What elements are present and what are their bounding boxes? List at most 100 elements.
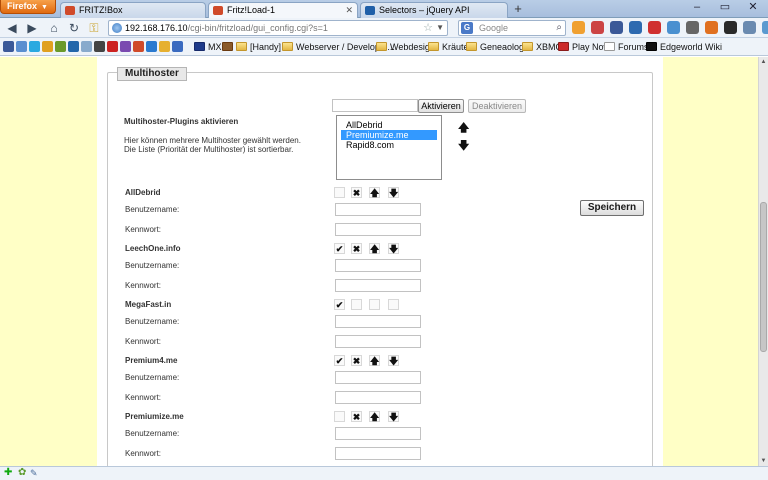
home-icon[interactable]: ⌂ xyxy=(46,20,62,36)
bookmark-folder-xbmc[interactable]: XBMC xyxy=(522,40,562,54)
facebook-icon[interactable] xyxy=(3,41,14,52)
bookmark-icon[interactable] xyxy=(159,41,170,52)
addon-icon[interactable] xyxy=(724,21,737,34)
arrow-down-icon[interactable]: 🡇 xyxy=(388,411,399,422)
password-input[interactable] xyxy=(335,223,421,236)
bookmark-play-now[interactable]: Play Now xyxy=(558,40,610,54)
arrow-up-icon[interactable]: 🡅 xyxy=(369,411,380,422)
multihoster-priority-list[interactable]: AllDebrid Premiumize.me Rapid8.com xyxy=(336,115,442,180)
firefox-menu-button[interactable]: Firefox ▼ xyxy=(0,0,56,14)
arrow-up-icon[interactable]: 🡅 xyxy=(369,355,380,366)
bookmark-icon[interactable] xyxy=(146,41,157,52)
bookmark-star-icon[interactable]: ☆ xyxy=(423,21,433,35)
bookmark-icon[interactable] xyxy=(133,41,144,52)
empty-box-icon[interactable] xyxy=(369,299,380,310)
list-item-selected[interactable]: Premiumize.me xyxy=(341,130,437,140)
username-input[interactable] xyxy=(335,427,421,440)
reload-icon[interactable]: ↻ xyxy=(66,20,82,36)
maximize-icon[interactable]: ▭ xyxy=(714,1,736,14)
check-icon[interactable]: ✔ xyxy=(334,299,345,310)
bookmark-icon[interactable] xyxy=(42,41,53,52)
cross-icon[interactable]: ✖ xyxy=(351,355,362,366)
addon-status-icon[interactable]: ✿ xyxy=(18,468,28,478)
plugin-name-input[interactable] xyxy=(332,99,418,112)
addon-icon[interactable] xyxy=(667,21,680,34)
move-down-icon[interactable]: 🡇 xyxy=(458,141,469,152)
bookmark-icon[interactable] xyxy=(68,41,79,52)
forward-icon[interactable]: ▶ xyxy=(24,20,40,36)
scrollbar-thumb[interactable] xyxy=(760,202,767,352)
scroll-up-icon[interactable]: ▲ xyxy=(759,57,768,67)
empty-box-icon[interactable] xyxy=(388,299,399,310)
checkbox-icon[interactable] xyxy=(334,411,345,422)
checkbox-icon[interactable] xyxy=(334,187,345,198)
username-input[interactable] xyxy=(335,203,421,216)
chevron-down-icon[interactable]: ▼ xyxy=(436,21,444,35)
tab-jquery[interactable]: Selectors – jQuery API xyxy=(360,2,508,18)
key-icon[interactable]: ⚿ xyxy=(86,20,102,36)
bookmark-scrabble[interactable] xyxy=(222,40,236,54)
bookmark-forums[interactable]: Forums xyxy=(604,40,649,54)
greasemonkey-icon[interactable] xyxy=(572,21,585,34)
minimize-icon[interactable]: – xyxy=(686,1,708,14)
arrow-down-icon[interactable]: 🡇 xyxy=(388,187,399,198)
scroll-down-icon[interactable]: ▼ xyxy=(759,456,768,466)
bookmark-edgeworld-wiki[interactable]: Edgeworld Wiki xyxy=(646,40,722,54)
close-window-icon[interactable]: ✕ xyxy=(742,1,764,14)
addon-icon[interactable] xyxy=(591,21,604,34)
check-icon[interactable]: ✔ xyxy=(334,243,345,254)
bookmark-folder-webdesign[interactable]: Webdesign xyxy=(376,40,435,54)
check-icon[interactable]: ✔ xyxy=(334,355,345,366)
addon-icon[interactable] xyxy=(686,21,699,34)
arrow-up-icon[interactable]: 🡅 xyxy=(369,187,380,198)
addon-status-icon[interactable]: ✚ xyxy=(4,468,14,478)
search-icon[interactable]: ⌕ xyxy=(556,21,562,35)
wrench-icon[interactable]: ✎ xyxy=(30,468,40,478)
bookmark-icon[interactable] xyxy=(120,41,131,52)
move-up-icon[interactable]: 🡅 xyxy=(458,123,469,134)
list-item[interactable]: AllDebrid xyxy=(341,120,437,130)
username-input[interactable] xyxy=(335,259,421,272)
bookmark-folder-kraeuter[interactable]: Kräuter xyxy=(428,40,472,54)
password-input[interactable] xyxy=(335,279,421,292)
youtube-icon[interactable] xyxy=(107,41,118,52)
addon-icon[interactable] xyxy=(743,21,756,34)
password-input[interactable] xyxy=(335,447,421,460)
cross-icon[interactable]: ✖ xyxy=(351,411,362,422)
list-item[interactable]: Rapid8.com xyxy=(341,140,437,150)
back-icon[interactable]: ◀ xyxy=(4,20,20,36)
new-tab-button[interactable]: + xyxy=(510,2,526,17)
addon-icon[interactable] xyxy=(648,21,661,34)
bookmark-icon[interactable] xyxy=(94,41,105,52)
arrow-down-icon[interactable]: 🡇 xyxy=(388,355,399,366)
password-input[interactable] xyxy=(335,391,421,404)
password-input[interactable] xyxy=(335,335,421,348)
search-input[interactable]: G Google ⌕ xyxy=(458,20,566,36)
address-bar[interactable]: 192.168.176.10/cgi-bin/fritzload/gui_con… xyxy=(108,20,448,36)
deactivate-button[interactable]: Deaktivieren xyxy=(468,99,526,113)
twitter-icon[interactable] xyxy=(29,41,40,52)
save-button[interactable]: Speichern xyxy=(580,200,644,216)
addon-icon[interactable] xyxy=(629,21,642,34)
vertical-scrollbar[interactable]: ▲ ▼ xyxy=(758,57,768,466)
username-input[interactable] xyxy=(335,315,421,328)
addon-icon[interactable] xyxy=(705,21,718,34)
facebook-icon[interactable] xyxy=(610,21,623,34)
tab-fritzbox[interactable]: FRITZ!Box xyxy=(60,2,206,18)
cross-icon[interactable]: ✖ xyxy=(351,187,362,198)
check-icon[interactable] xyxy=(55,41,66,52)
arrow-down-icon[interactable]: 🡇 xyxy=(388,243,399,254)
empty-box-icon[interactable] xyxy=(351,299,362,310)
google-icon[interactable]: G xyxy=(461,22,473,34)
bookmark-icon[interactable] xyxy=(172,41,183,52)
skype-icon[interactable] xyxy=(762,21,768,34)
bookmark-icon[interactable] xyxy=(16,41,27,52)
username-input[interactable] xyxy=(335,371,421,384)
bookmark-mx[interactable]: MX xyxy=(194,40,222,54)
bookmark-folder-handy[interactable]: [Handy] xyxy=(236,40,281,54)
tab-fritzload[interactable]: Fritz!Load-1 ✕ xyxy=(208,2,358,19)
tab-close-icon[interactable]: ✕ xyxy=(345,3,353,17)
arrow-up-icon[interactable]: 🡅 xyxy=(369,243,380,254)
activate-button[interactable]: Aktivieren xyxy=(418,99,464,113)
bookmark-icon[interactable] xyxy=(81,41,92,52)
